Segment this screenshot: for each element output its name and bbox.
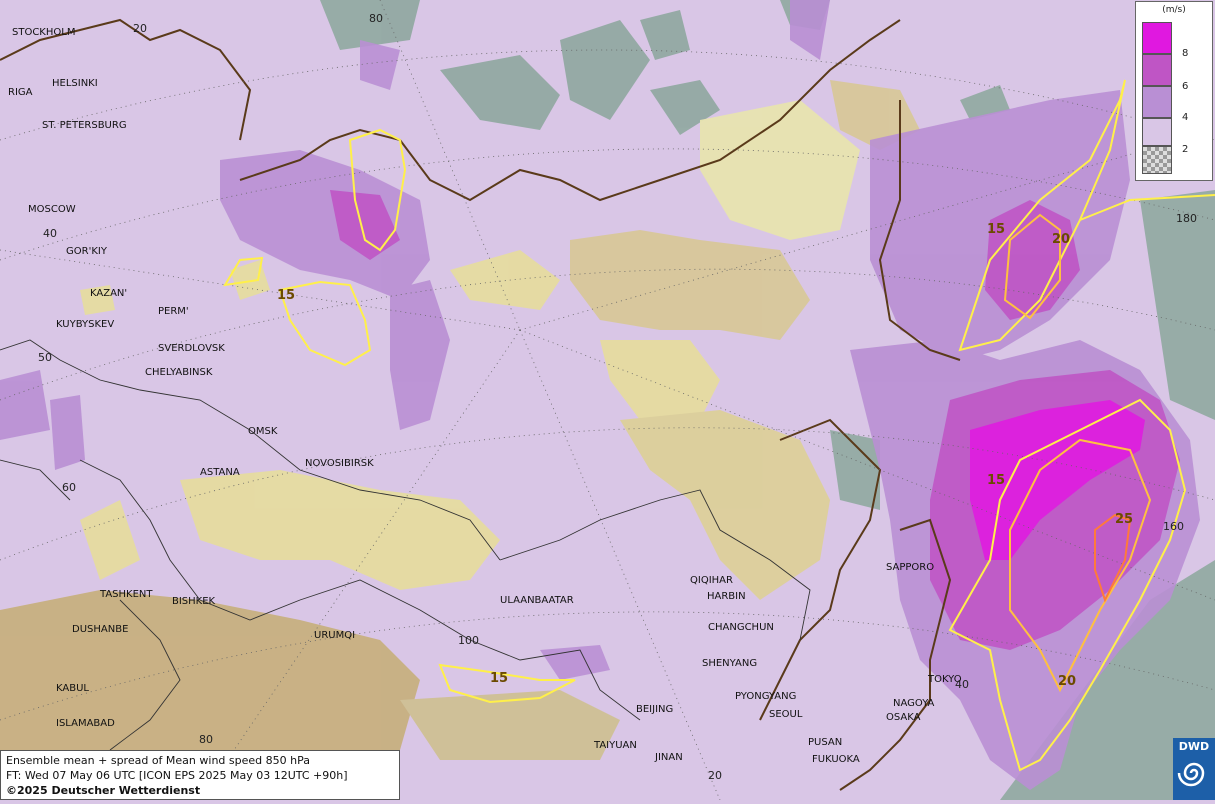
city-label-omsk: OMSK: [248, 426, 278, 437]
grid-label: 40: [43, 227, 57, 240]
city-label-shenyang: SHENYANG: [702, 658, 757, 669]
city-label-fukuoka: FUKUOKA: [812, 754, 860, 765]
legend-swatch-6: [1142, 54, 1172, 86]
city-label-pusan: PUSAN: [808, 737, 842, 748]
weather-map: STOCKHOLM HELSINKI RIGA ST. PETERSBURG MOSCO…: [0, 0, 1215, 801]
city-label-gor-kiy: GOR'KIY: [66, 246, 108, 257]
city-label-tashkent: TASHKENT: [99, 589, 153, 600]
city-label-helsinki: HELSINKI: [52, 78, 98, 89]
contour-label-25: 25: [1115, 512, 1133, 527]
city-label-nagoya: NAGOYA: [893, 698, 935, 709]
city-label-pyongyang: PYONGYANG: [735, 691, 796, 702]
grid-label: 50: [38, 351, 52, 364]
legend-unit: (m/s): [1162, 5, 1186, 15]
legend-tick-8: 8: [1182, 48, 1189, 59]
city-label-riga: RIGA: [8, 87, 33, 98]
grid-label: 100: [458, 634, 479, 647]
city-label-ulaanbaatar: ULAANBAATAR: [500, 595, 574, 606]
city-label-novosibirsk: NOVOSIBIRSK: [305, 458, 374, 469]
city-label-seoul: SEOUL: [769, 709, 803, 720]
city-label-chelyabinsk: CHELYABINSK: [145, 367, 213, 378]
grid-label: 60: [62, 481, 76, 494]
dwd-logo-text: DWD: [1178, 740, 1210, 753]
contour-label-15: 15: [490, 671, 508, 686]
city-label-kuybyskev: KUYBYSKEV: [56, 319, 114, 330]
grid-label: 20: [708, 769, 722, 782]
info-box: Ensemble mean + spread of Mean wind spee…: [0, 750, 400, 800]
city-label-taiyuan: TAIYUAN: [593, 740, 637, 751]
grid-label: 20: [133, 22, 147, 35]
legend-swatch-2: [1142, 118, 1172, 146]
city-label-bishkek: BISHKEK: [172, 596, 216, 607]
legend-tick-6: 6: [1182, 81, 1189, 92]
city-label-moscow: MOSCOW: [28, 204, 76, 215]
grid-label: 80: [199, 733, 213, 746]
info-line-2: FT: Wed 07 May 06 UTC [ICON EPS 2025 May…: [6, 769, 348, 782]
city-label-qiqihar: QIQIHAR: [690, 575, 733, 586]
contour-label-15: 15: [277, 288, 295, 303]
grid-label: 80: [369, 12, 383, 25]
city-label-islamabad: ISLAMABAD: [56, 718, 115, 729]
contour-label-20: 20: [1058, 674, 1076, 689]
city-label-kazan-: KAZAN': [90, 288, 127, 299]
city-label-jinan: JINAN: [654, 752, 683, 763]
city-label-sapporo: SAPPORO: [886, 562, 934, 573]
city-label-stockholm: STOCKHOLM: [12, 27, 75, 38]
contour-label-15: 15: [987, 473, 1005, 488]
contour-label-20: 20: [1052, 232, 1070, 247]
color-legend: (m/s) 8 6 4 2: [1135, 1, 1213, 181]
legend-swatch-8: [1142, 22, 1172, 54]
legend-tick-2: 2: [1182, 144, 1189, 155]
city-label-sverdlovsk: SVERDLOVSK: [158, 343, 225, 354]
dwd-logo: DWD: [1173, 738, 1215, 800]
legend-tick-4: 4: [1182, 112, 1189, 123]
grid-label: 160: [1163, 520, 1184, 533]
city-label-perm-: PERM': [158, 306, 189, 317]
city-label-st-petersburg: ST. PETERSBURG: [42, 120, 127, 131]
city-label-harbin: HARBIN: [707, 591, 746, 602]
legend-swatch-checker: [1142, 146, 1172, 174]
city-label-changchun: CHANGCHUN: [708, 622, 774, 633]
city-label-osaka: OSAKA: [886, 712, 921, 723]
dwd-spiral-icon: [1177, 762, 1205, 787]
grid-label: 40: [955, 678, 969, 691]
legend-swatch-4: [1142, 86, 1172, 118]
city-label-beijing: BEIJING: [636, 704, 673, 715]
city-label-astana: ASTANA: [200, 467, 240, 478]
grid-label: 180: [1176, 212, 1197, 225]
info-line-1: Ensemble mean + spread of Mean wind spee…: [6, 754, 310, 767]
city-label-urumqi: URUMQI: [314, 630, 355, 641]
city-label-dushanbe: DUSHANBE: [72, 624, 128, 635]
contour-label-15: 15: [987, 222, 1005, 237]
copyright-line: ©2025 Deutscher Wetterdienst: [6, 784, 201, 797]
city-label-kabul: KABUL: [56, 683, 89, 694]
